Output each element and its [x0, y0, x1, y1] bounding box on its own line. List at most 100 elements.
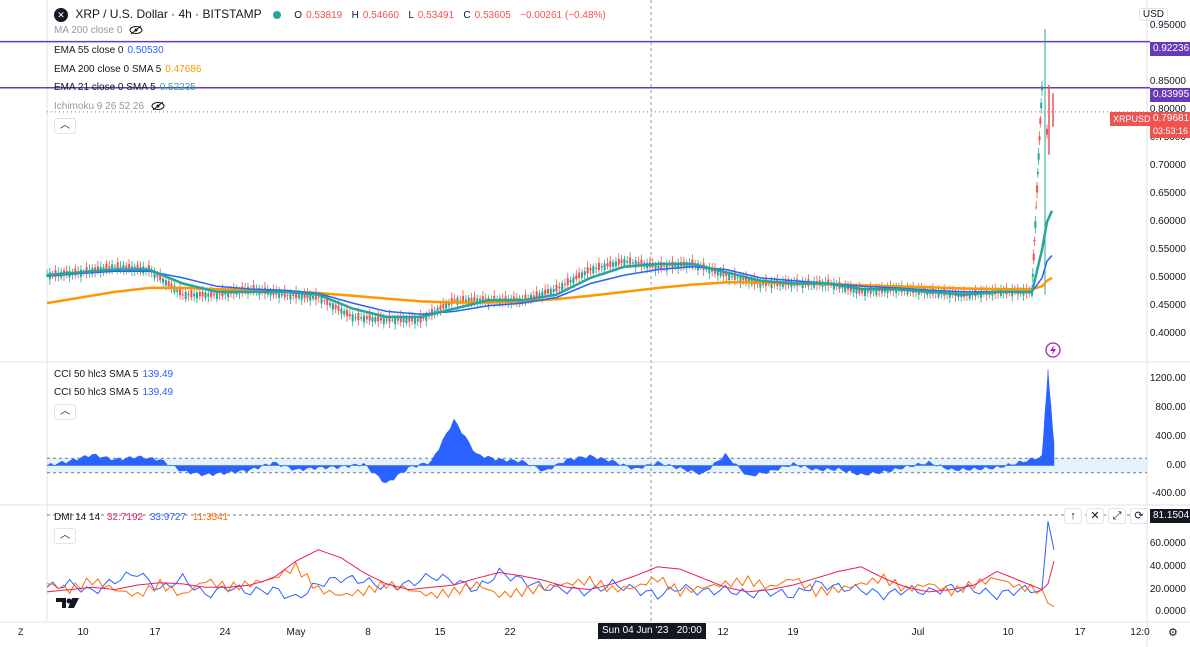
settings-gear-icon[interactable]: ⚙ [1168, 626, 1178, 639]
hidden-eye-icon[interactable] [129, 25, 143, 35]
candle-body [668, 265, 671, 267]
candle-body [552, 288, 555, 292]
candle-body [323, 300, 326, 302]
candle-body [201, 291, 204, 297]
legend-ema55[interactable]: EMA 55 close 0 0.50530 [54, 44, 168, 58]
candle-body [586, 267, 589, 274]
candle-body [872, 290, 875, 292]
maximize-pane-button[interactable]: ⤢ [1108, 508, 1126, 524]
candle-body [614, 261, 617, 267]
candle-body [572, 276, 575, 284]
candle-body [416, 318, 419, 322]
candle-body [329, 303, 332, 306]
ohlc-c-label: C [463, 10, 471, 21]
currency-label[interactable]: USD [1138, 8, 1168, 21]
legend-cci-1[interactable]: CCI 50 hlc3 SMA 5 139.49 [54, 368, 177, 382]
candle-body [371, 316, 374, 322]
candle-body [730, 276, 733, 278]
symbol-title[interactable]: XRP / U.S. Dollar · 4h · BITSTAMP [75, 7, 261, 21]
cci2-value: 139.49 [142, 387, 174, 398]
candle-body [187, 293, 190, 296]
time-tick-label: 10 [1002, 627, 1014, 638]
time-tick-label: Jul [911, 627, 925, 638]
candle-body [190, 290, 193, 298]
legend-ichimoku[interactable]: Ichimoku 9 26 52 26 [54, 100, 165, 114]
candle-body [580, 272, 583, 278]
dmi-minus-value: 33.9727 [149, 512, 187, 523]
hidden-eye-icon[interactable] [151, 101, 165, 111]
ema21-value: 0.52235 [159, 82, 196, 93]
pane-settings-button[interactable]: ⟳ [1130, 508, 1148, 524]
candle-body [606, 263, 609, 267]
timezone-z-label[interactable]: Z [18, 627, 24, 637]
candle-body [657, 265, 660, 269]
candle-body [382, 317, 385, 324]
move-pane-up-button[interactable]: ↑ [1064, 508, 1082, 524]
candle-body [663, 265, 666, 267]
candle-body [561, 283, 564, 291]
price-tick-label: 0.40000 [1149, 327, 1186, 339]
candle-body [612, 262, 615, 267]
candle-body [357, 313, 360, 321]
time-tick-label: 12:0 [1130, 627, 1150, 638]
collapse-legend-button[interactable]: ︿ [54, 118, 76, 134]
time-tick-label: 17 [149, 627, 161, 638]
ema55-label: EMA 55 close 0 [54, 45, 124, 56]
candle-body [360, 317, 363, 319]
candle-body [292, 294, 295, 297]
time-tick-label: May [286, 627, 306, 638]
chart-canvas[interactable] [0, 0, 1190, 647]
candle-body [351, 314, 354, 322]
candle-body [555, 284, 558, 292]
candle-body [346, 309, 349, 317]
hline-upper-tag: 0.92236 [1150, 42, 1190, 56]
legend-dmi[interactable]: DMI 14 14 32.7192 33.9727 11.3541 [54, 511, 232, 525]
legend-ma200[interactable]: MA 200 close 0 [54, 24, 143, 38]
candle-body [1046, 128, 1048, 135]
candle-body [1032, 253, 1035, 261]
time-tick-label: 17 [1074, 627, 1086, 638]
candle-body [198, 291, 201, 297]
dmi-label: DMI 14 14 [54, 512, 101, 523]
candle-body [1041, 86, 1043, 91]
candle-body [337, 305, 340, 311]
candle-body [354, 317, 357, 319]
candle-body [402, 318, 405, 323]
candle-body [1040, 102, 1043, 109]
close-pane-button[interactable]: ✕ [1086, 508, 1104, 524]
candle-body [179, 288, 182, 296]
time-tick-label: 22 [504, 627, 516, 638]
status-dot-icon [272, 10, 281, 19]
candle-body [742, 277, 745, 281]
candle-body [368, 314, 371, 321]
price-tick-label: 0.95000 [1149, 20, 1186, 32]
candle-body [1037, 153, 1040, 160]
candle-body [597, 262, 600, 271]
candle-body [1034, 221, 1037, 229]
collapse-dmi-legend-button[interactable]: ︿ [54, 528, 76, 544]
candle-body [413, 317, 416, 324]
candle-body [439, 305, 442, 311]
candle-body [544, 289, 547, 295]
candle-body [204, 292, 207, 299]
cci-tick-label: 1200.00 [1149, 372, 1186, 384]
price-tick-label: 0.60000 [1149, 215, 1186, 227]
candle-body [1035, 206, 1038, 208]
candle-body [546, 289, 549, 294]
ohlc-o-value: 0.53819 [306, 10, 343, 21]
candle-body [348, 314, 351, 317]
cci-tick-label: -400.00 [1152, 488, 1186, 500]
legend-cci-2[interactable]: CCI 50 hlc3 SMA 5 139.49 [54, 386, 177, 400]
legend-ema200[interactable]: EMA 200 close 0 SMA 5 0.47686 [54, 63, 205, 77]
candle-body [405, 317, 408, 324]
candle-body [1036, 185, 1038, 193]
ichimoku-label: Ichimoku 9 26 52 26 [54, 101, 145, 112]
collapse-cci-legend-button[interactable]: ︿ [54, 404, 76, 420]
candle-body [108, 266, 111, 269]
price-tick-label: 0.45000 [1149, 299, 1186, 311]
ema200-value: 0.47686 [165, 64, 202, 75]
dmi-tick-label: 60.0000 [1149, 538, 1186, 550]
dmi-tick-label: 40.0000 [1149, 560, 1186, 572]
candle-body [297, 294, 300, 298]
legend-ema21[interactable]: EMA 21 close 0 SMA 5 0.52235 [54, 81, 200, 95]
